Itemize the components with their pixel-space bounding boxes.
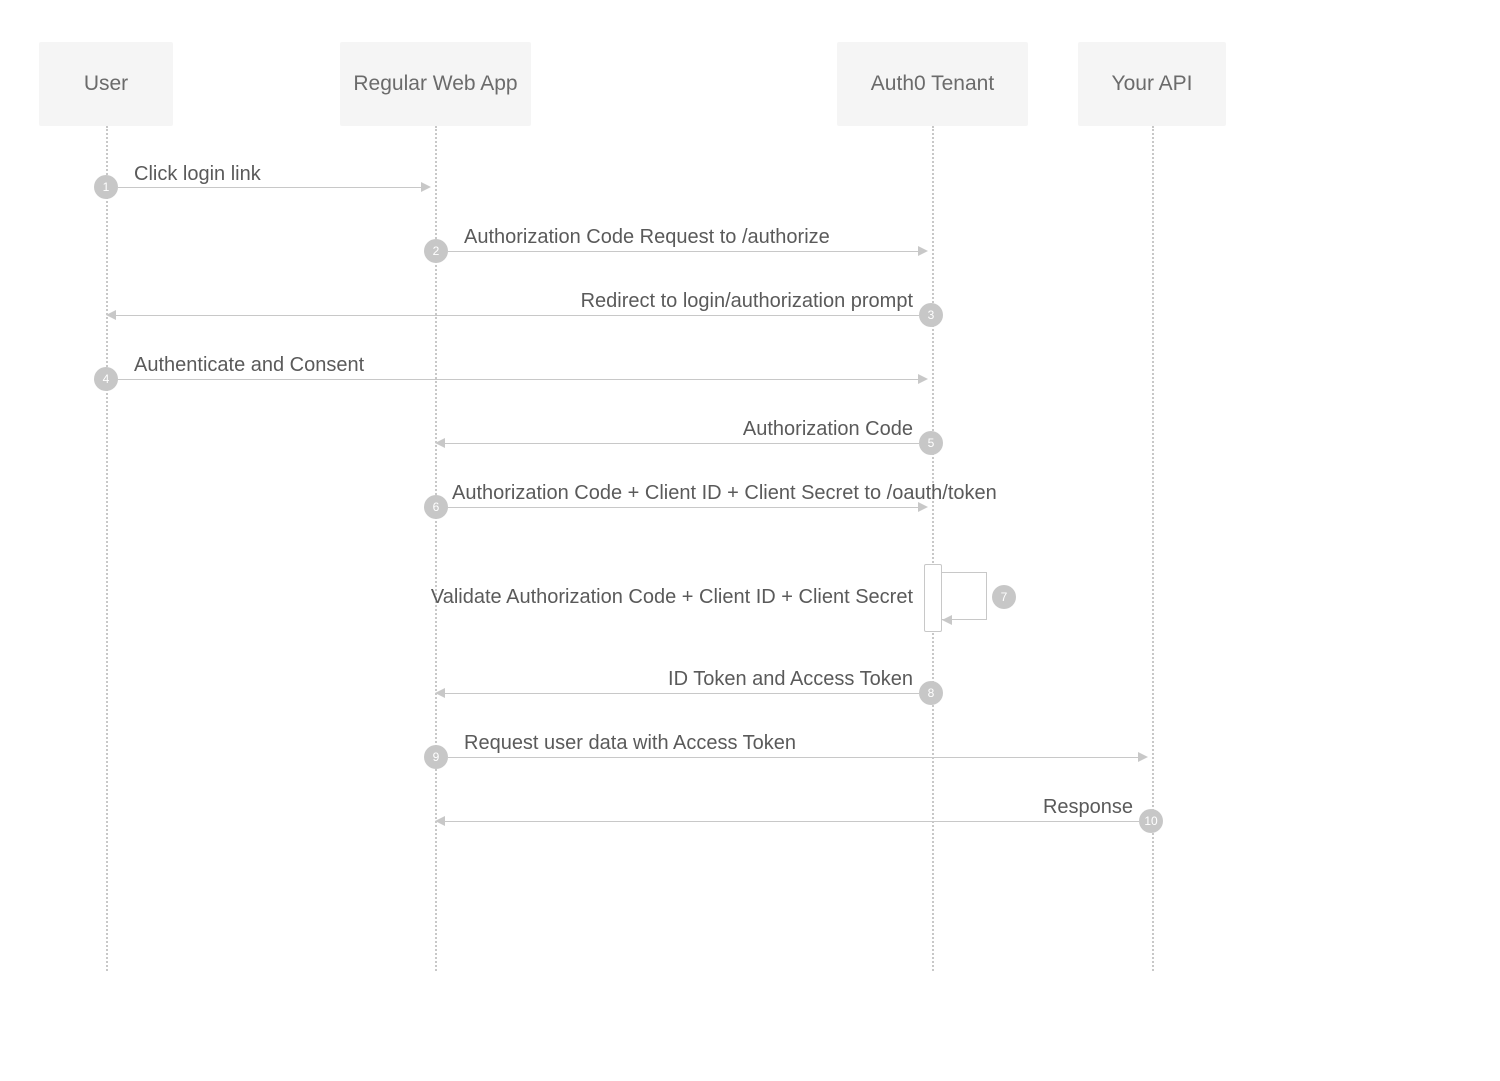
step-badge-10: 10 (1139, 809, 1163, 833)
arrow-6 (448, 507, 918, 508)
arrowhead-right (421, 182, 431, 192)
participant-api: Your API (1078, 42, 1226, 126)
participant-user: User (39, 42, 173, 126)
participant-label: User (84, 72, 128, 96)
msg-label-3: Redirect to login/authorization prompt (581, 290, 913, 313)
step-badge-9: 9 (424, 745, 448, 769)
msg-label-8: ID Token and Access Token (668, 668, 913, 691)
step-badge-5: 5 (919, 431, 943, 455)
arrowhead-left (106, 310, 116, 320)
activation-tenant (924, 564, 942, 632)
self-bracket (942, 572, 987, 620)
msg-label-10: Response (1043, 796, 1133, 819)
msg-label-9: Request user data with Access Token (464, 732, 796, 755)
step-badge-1: 1 (94, 175, 118, 199)
step-badge-8: 8 (919, 681, 943, 705)
arrowhead-right (918, 246, 928, 256)
msg-label-2: Authorization Code Request to /authorize (464, 226, 830, 249)
arrow-3 (116, 315, 919, 316)
arrowhead-right (918, 374, 928, 384)
arrowhead-left (435, 816, 445, 826)
arrow-5 (445, 443, 919, 444)
arrow-1 (118, 187, 421, 188)
step-badge-7: 7 (992, 585, 1016, 609)
participant-tenant: Auth0 Tenant (837, 42, 1028, 126)
arrow-4 (118, 379, 918, 380)
arrow-10 (445, 821, 1139, 822)
arrow-2 (448, 251, 918, 252)
msg-label-7: Validate Authorization Code + Client ID … (431, 586, 913, 609)
arrow-8 (445, 693, 919, 694)
arrowhead-right (1138, 752, 1148, 762)
arrowhead-right (918, 502, 928, 512)
step-badge-3: 3 (919, 303, 943, 327)
arrowhead-left (435, 438, 445, 448)
lifeline-tenant (932, 126, 934, 971)
arrow-9 (448, 757, 1138, 758)
participant-label: Regular Web App (353, 72, 517, 96)
step-badge-2: 2 (424, 239, 448, 263)
participant-label: Your API (1112, 72, 1193, 96)
participant-label: Auth0 Tenant (871, 72, 994, 96)
msg-label-5: Authorization Code (743, 418, 913, 441)
step-badge-4: 4 (94, 367, 118, 391)
msg-label-6: Authorization Code + Client ID + Client … (452, 482, 997, 505)
participant-app: Regular Web App (340, 42, 531, 126)
msg-label-1: Click login link (134, 163, 261, 186)
lifeline-api (1152, 126, 1154, 971)
sequence-diagram: User Regular Web App Auth0 Tenant Your A… (0, 0, 1500, 1081)
arrowhead-left (435, 688, 445, 698)
lifeline-user (106, 126, 108, 971)
arrowhead-left (942, 615, 952, 625)
msg-label-4: Authenticate and Consent (134, 354, 364, 377)
step-badge-6: 6 (424, 495, 448, 519)
